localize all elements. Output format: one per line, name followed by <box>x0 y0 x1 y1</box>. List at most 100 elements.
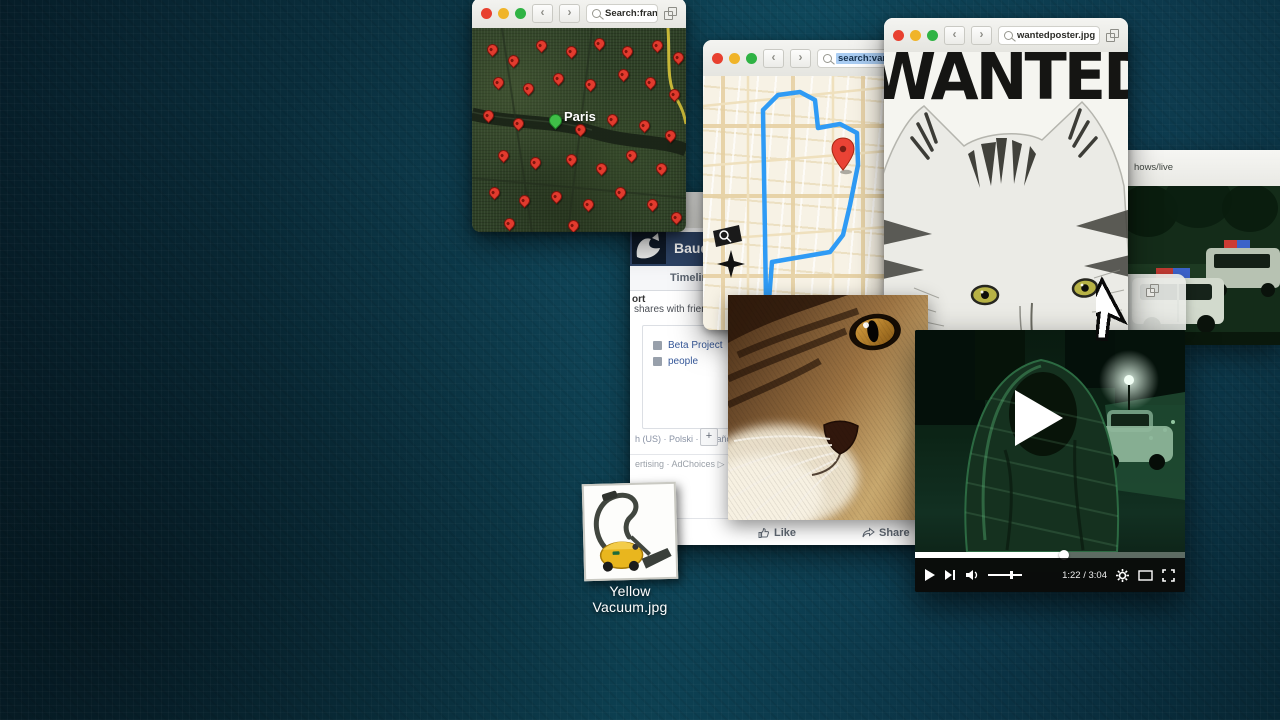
paris-map-pins <box>472 28 686 232</box>
beta-project-link[interactable]: Beta Project <box>668 340 722 351</box>
zoom-button[interactable] <box>515 8 526 19</box>
minimize-button[interactable] <box>729 53 740 64</box>
profile-cat-sketch <box>632 230 666 264</box>
back-button[interactable] <box>944 26 965 45</box>
briefcase-icon <box>653 341 662 350</box>
settings-gear-icon[interactable] <box>1116 569 1129 582</box>
url-text: hows/live <box>1134 162 1173 173</box>
minimize-button[interactable] <box>910 30 921 41</box>
address-bar[interactable]: wantedposter.jpg <box>998 26 1100 45</box>
address-text: Search:france/paris <box>605 8 658 19</box>
fullscreen-icon[interactable] <box>1162 569 1175 582</box>
people-icon <box>653 357 662 366</box>
close-button[interactable] <box>712 53 723 64</box>
next-button[interactable] <box>944 569 956 581</box>
adchoices-row[interactable]: ertising · AdChoices ▷ <box>635 459 724 470</box>
language-links[interactable]: h (US) · Polski · Español <box>635 434 734 444</box>
theater-mode-icon[interactable] <box>1138 570 1153 581</box>
zoom-button[interactable] <box>927 30 938 41</box>
zoom-button[interactable] <box>746 53 757 64</box>
map-pin-icon <box>649 38 665 54</box>
paris-label: Paris <box>564 109 596 124</box>
video-scene[interactable] <box>915 330 1185 552</box>
new-window-icon[interactable] <box>1106 29 1119 42</box>
file-label[interactable]: Yellow Vacuum.jpg <box>567 583 693 615</box>
volume-icon[interactable] <box>965 569 979 581</box>
map-pin-icon <box>605 111 621 127</box>
video-player-window: 1:22 / 3:04 <box>915 330 1185 592</box>
profile-picture[interactable] <box>632 230 666 264</box>
video-controls-bar: 1:22 / 3:04 <box>915 558 1185 592</box>
back-button[interactable] <box>763 49 784 68</box>
map-pin-icon <box>517 193 533 209</box>
map-pin-icon <box>487 185 503 201</box>
new-window-icon[interactable] <box>664 7 677 20</box>
address-bar[interactable]: search:vancouver <box>817 49 891 68</box>
map-pin-icon <box>521 81 537 97</box>
address-bar[interactable]: Search:france/paris <box>586 4 658 23</box>
cat-photo <box>728 295 928 520</box>
volume-slider[interactable] <box>988 569 1024 581</box>
wanted-titlebar[interactable]: wantedposter.jpg <box>884 18 1128 53</box>
vancouver-map-window: search:vancouver <box>703 40 900 330</box>
share-arrow-icon <box>862 527 875 539</box>
map-pin-icon <box>564 152 580 168</box>
streetview-camera-icon <box>713 225 742 247</box>
thumbs-up-icon <box>758 527 770 539</box>
map-pin-icon <box>506 52 522 68</box>
add-language-button[interactable]: + <box>700 428 718 446</box>
close-button[interactable] <box>481 8 492 19</box>
vancouver-street-map[interactable] <box>703 76 900 330</box>
map-pin-icon <box>613 185 629 201</box>
street-map-art <box>703 76 900 330</box>
map-pin-icon <box>527 154 543 170</box>
search-icon <box>823 54 832 63</box>
map-pin-icon <box>566 217 582 232</box>
vacuum-art <box>584 484 672 575</box>
map-pin-icon <box>564 44 580 60</box>
map-pin-icon <box>534 38 550 54</box>
vacuum-image <box>582 482 679 581</box>
map-pin-icon <box>645 197 661 213</box>
map-pin-icon <box>615 67 631 83</box>
minimize-button[interactable] <box>498 8 509 19</box>
map-pin-icon <box>551 71 567 87</box>
map-pin-icon <box>671 50 686 66</box>
map-pin-icon <box>495 148 511 164</box>
map-pin-icon <box>624 148 640 164</box>
play-button[interactable] <box>925 569 935 581</box>
desktop: hows/live <box>0 0 1280 720</box>
paris-map-window: Search:france/paris Paris <box>472 0 686 232</box>
address-text-selected: search:vancouver <box>836 53 891 64</box>
map-pin-icon <box>583 77 599 93</box>
back-button[interactable] <box>532 4 553 23</box>
vancouver-titlebar[interactable]: search:vancouver <box>703 40 900 77</box>
adchoices-text: ertising · AdChoices <box>635 459 715 469</box>
map-pin-icon <box>643 75 659 91</box>
map-pin-icon <box>502 215 518 231</box>
adchoices-icon: ▷ <box>718 459 725 469</box>
paris-satellite-map[interactable]: Paris <box>472 28 686 232</box>
people-link[interactable]: people <box>668 356 698 367</box>
forward-button[interactable] <box>790 49 811 68</box>
police-toolbar[interactable]: hows/live <box>1128 150 1280 187</box>
map-pin-icon <box>510 115 526 131</box>
like-label: Like <box>774 527 796 539</box>
map-pin-icon <box>654 160 670 176</box>
map-pin-icon <box>491 75 507 91</box>
map-pin-icon <box>480 107 496 123</box>
map-pin-icon <box>667 87 683 103</box>
paris-titlebar[interactable]: Search:france/paris <box>472 0 686 29</box>
forward-button[interactable] <box>971 26 992 45</box>
map-pin-icon <box>592 36 608 52</box>
close-button[interactable] <box>893 30 904 41</box>
cat-eye <box>847 311 904 354</box>
forward-button[interactable] <box>559 4 580 23</box>
share-button[interactable]: Share <box>862 519 910 545</box>
file-label-line1: Yellow <box>567 583 693 599</box>
time-display: 1:22 / 3:04 <box>1062 570 1107 581</box>
cat-photo-art <box>728 295 928 520</box>
like-button[interactable]: Like <box>758 519 796 545</box>
map-pin-icon <box>637 118 653 134</box>
map-pin-icon <box>594 160 610 176</box>
